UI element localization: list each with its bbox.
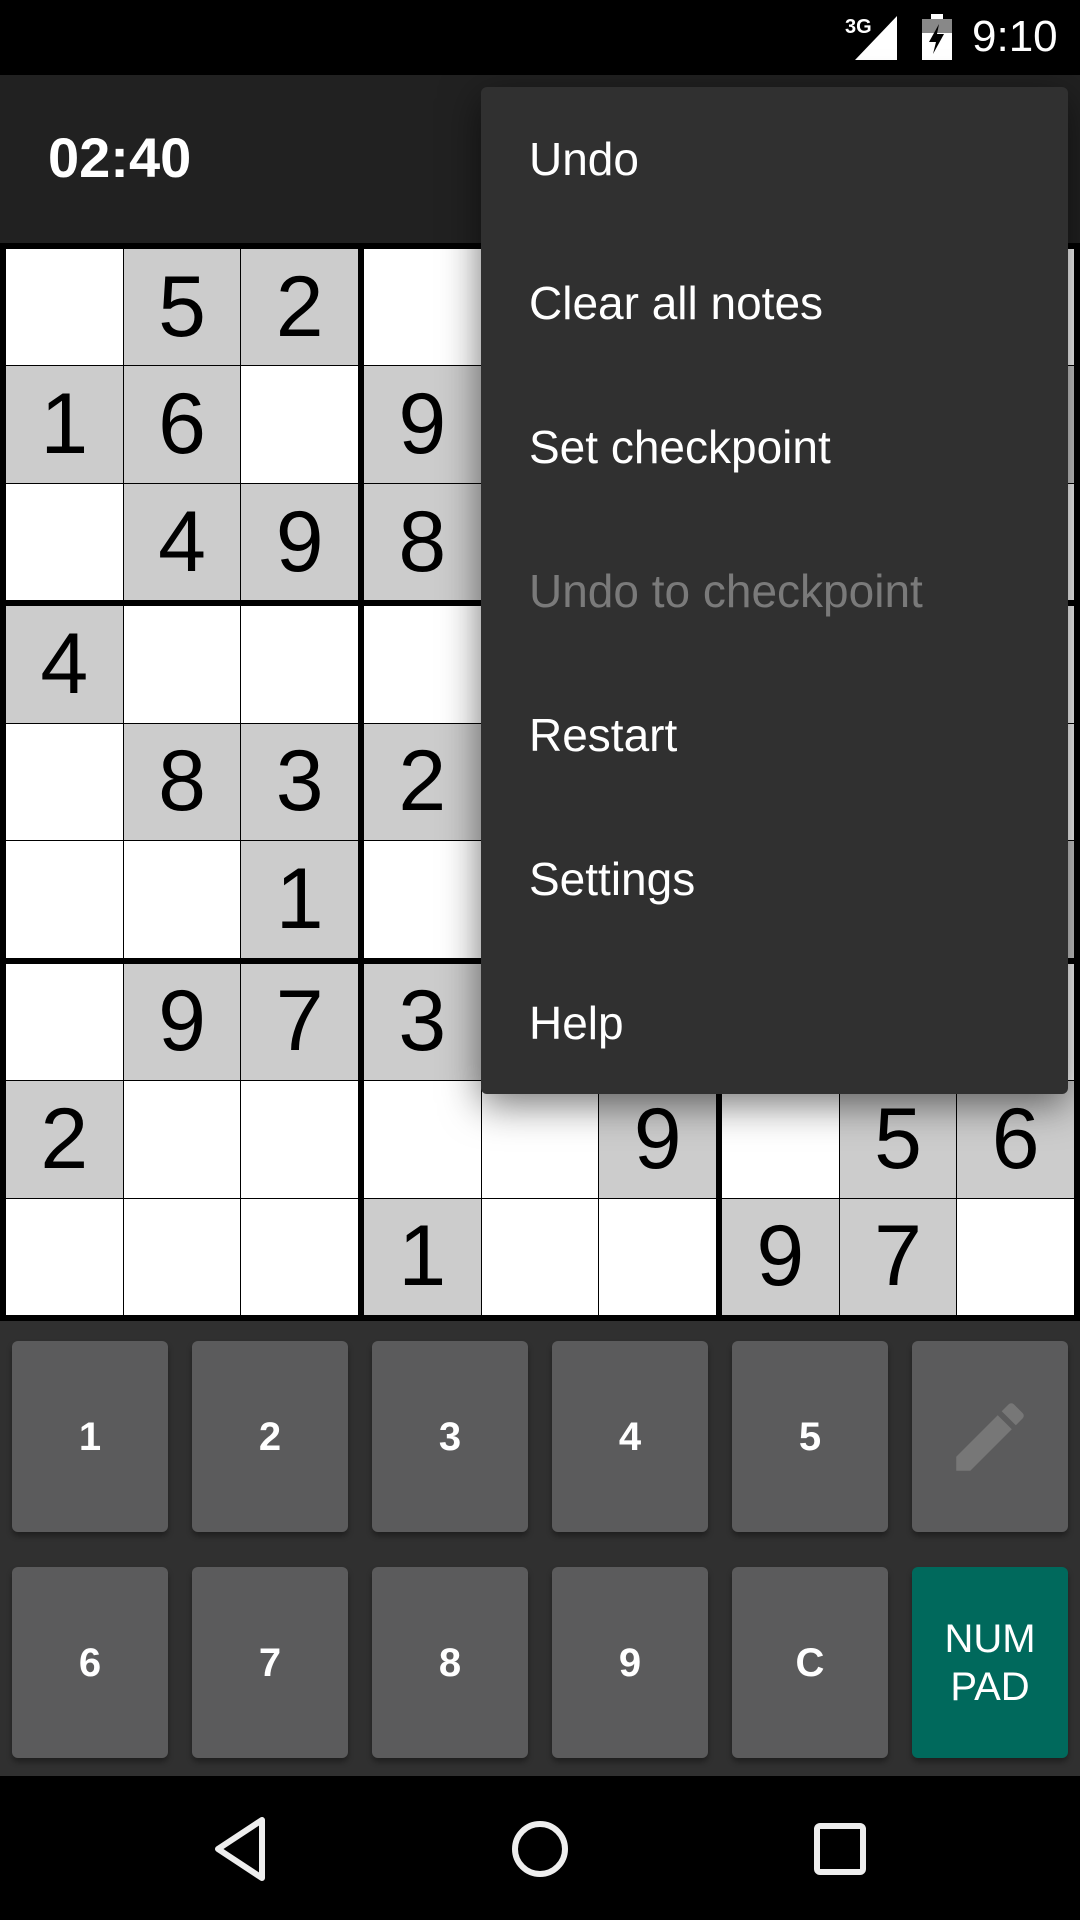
back-button[interactable] — [200, 1816, 280, 1882]
menu-item-clear-all-notes[interactable]: Clear all notes — [481, 231, 1068, 375]
board-cell-r6c1[interactable] — [6, 841, 123, 958]
board-cell-r9c8[interactable]: 7 — [839, 1198, 957, 1315]
home-button[interactable] — [500, 1816, 580, 1882]
board-cell-r9c3[interactable] — [241, 1198, 358, 1315]
board-cell-r8c4[interactable] — [364, 1081, 481, 1198]
menu-item-restart[interactable]: Restart — [481, 663, 1068, 807]
menu-item-help[interactable]: Help — [481, 951, 1068, 1095]
back-icon — [215, 1817, 265, 1881]
board-cell-r4c2[interactable] — [123, 606, 241, 723]
board-cell-r5c2[interactable]: 8 — [123, 723, 241, 841]
board-cell-r9c1[interactable] — [6, 1198, 123, 1315]
board-cell-r8c9[interactable]: 6 — [957, 1081, 1074, 1198]
board-cell-r9c4[interactable]: 1 — [364, 1198, 481, 1315]
board-cell-r1c3[interactable]: 2 — [241, 249, 358, 366]
board-cell-r4c1[interactable]: 4 — [6, 606, 123, 723]
number-key-5[interactable]: 5 — [732, 1341, 888, 1532]
board-cell-r8c2[interactable] — [123, 1081, 241, 1198]
board-cell-r9c5[interactable] — [481, 1198, 599, 1315]
number-key-7[interactable]: 7 — [192, 1567, 348, 1758]
board-cell-r5c3[interactable]: 3 — [241, 723, 358, 841]
menu-item-settings[interactable]: Settings — [481, 807, 1068, 951]
number-key-4[interactable]: 4 — [552, 1341, 708, 1532]
menu-item-undo[interactable]: Undo — [481, 87, 1068, 231]
board-cell-r8c6[interactable]: 9 — [599, 1081, 716, 1198]
number-key-3[interactable]: 3 — [372, 1341, 528, 1532]
menu-item-undo-to-checkpoint: Undo to checkpoint — [529, 565, 923, 617]
board-cell-r8c5[interactable] — [481, 1081, 599, 1198]
board-cell-r8c3[interactable] — [241, 1081, 358, 1198]
board-cell-r3c1[interactable] — [6, 483, 123, 601]
board-cell-r1c2[interactable]: 5 — [123, 249, 241, 366]
board-cell-r9c9[interactable] — [957, 1198, 1074, 1315]
status-clock: 9:10 — [972, 12, 1058, 61]
board-cell-r1c4[interactable] — [364, 249, 481, 366]
number-key-6[interactable]: 6 — [12, 1567, 168, 1758]
number-key-1[interactable]: 1 — [12, 1341, 168, 1532]
pencil-icon — [956, 1402, 1024, 1471]
board-cell-r5c4[interactable]: 2 — [364, 723, 481, 841]
board-cell-r2c3[interactable] — [241, 366, 358, 483]
overflow-menu: Undo Clear all notes Set checkpoint Undo to… — [481, 87, 1068, 1094]
navigation-bar — [0, 1776, 1080, 1920]
board-cell-r9c6[interactable] — [599, 1198, 716, 1315]
game-timer: 02:40 — [48, 126, 192, 189]
board-cell-r2c2[interactable]: 6 — [123, 366, 241, 483]
input-mode-button[interactable]: NUM PAD — [912, 1567, 1068, 1758]
number-key-8[interactable]: 8 — [372, 1567, 528, 1758]
clear-key[interactable]: C — [732, 1567, 888, 1758]
number-key-9[interactable]: 9 — [552, 1567, 708, 1758]
recents-icon — [814, 1823, 866, 1875]
board-cell-r7c3[interactable]: 7 — [241, 963, 358, 1081]
board-cell-r7c1[interactable] — [6, 963, 123, 1081]
board-cell-r6c3[interactable]: 1 — [241, 841, 358, 958]
battery-charging-icon — [922, 14, 952, 65]
board-cell-r1c1[interactable] — [6, 249, 123, 366]
board-cell-r6c4[interactable] — [364, 841, 481, 958]
signal-icon — [855, 16, 897, 65]
recents-button[interactable] — [800, 1816, 880, 1882]
status-bar: 3G 9:10 — [0, 0, 1080, 75]
board-cell-r3c3[interactable]: 9 — [241, 483, 358, 601]
board-cell-r4c4[interactable] — [364, 606, 481, 723]
board-cell-r8c7[interactable] — [722, 1081, 839, 1198]
board-cell-r3c4[interactable]: 8 — [364, 483, 481, 601]
board-cell-r2c1[interactable]: 1 — [6, 366, 123, 483]
menu-item-set-checkpoint[interactable]: Set checkpoint — [481, 375, 1068, 519]
home-icon — [512, 1821, 568, 1877]
number-key-2[interactable]: 2 — [192, 1341, 348, 1532]
board-cell-r8c1[interactable]: 2 — [6, 1081, 123, 1198]
board-cell-r8c8[interactable]: 5 — [839, 1081, 957, 1198]
board-cell-r6c2[interactable] — [123, 841, 241, 958]
board-cell-r9c7[interactable]: 9 — [722, 1198, 839, 1315]
board-cell-r4c3[interactable] — [241, 606, 358, 723]
number-keypad: 1 2 3 4 5 6 7 8 9 C NUM PAD — [0, 1321, 1080, 1776]
notes-toggle-button[interactable] — [912, 1341, 1068, 1532]
board-cell-r5c1[interactable] — [6, 723, 123, 841]
board-cell-r7c4[interactable]: 3 — [364, 963, 481, 1081]
board-cell-r2c4[interactable]: 9 — [364, 366, 481, 483]
board-cell-r9c2[interactable] — [123, 1198, 241, 1315]
board-cell-r7c2[interactable]: 9 — [123, 963, 241, 1081]
board-cell-r3c2[interactable]: 4 — [123, 483, 241, 601]
